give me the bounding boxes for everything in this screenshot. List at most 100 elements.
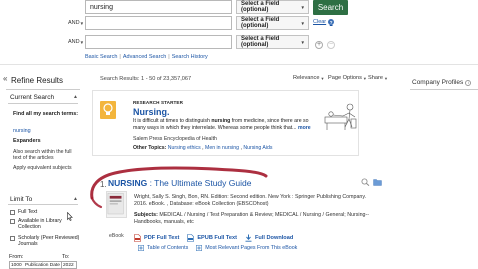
- boolean-value: AND: [68, 39, 80, 45]
- checkbox[interactable]: [10, 218, 15, 224]
- search-input-3[interactable]: [85, 35, 232, 49]
- current-term-link[interactable]: nursing: [13, 128, 31, 134]
- boolean-value: AND: [68, 20, 80, 26]
- limit-to-title[interactable]: Limit To: [10, 196, 32, 203]
- chevron-down-icon: ▼: [300, 39, 305, 45]
- result-actions: [361, 178, 382, 186]
- full-text-links: PDF Full Text EPUB Full Text Full Downlo…: [134, 234, 293, 242]
- book-cover-image[interactable]: [106, 191, 127, 218]
- date-to-label: To:: [62, 254, 70, 260]
- research-starter-tag: RESEARCH STARTER: [133, 100, 184, 105]
- research-starter-title[interactable]: Nursing.: [133, 107, 170, 117]
- topic-link[interactable]: Nursing Aids: [243, 145, 272, 151]
- date-from-label: From:: [9, 254, 24, 260]
- chevron-down-icon: ▼: [362, 75, 367, 81]
- search-row-3: AND ▼ Select a Field (optional) ▼: [68, 35, 309, 49]
- relevance-label: Relevance: [293, 75, 320, 81]
- limit-scholarly[interactable]: Scholarly (Peer Reviewed) Journals: [10, 235, 82, 247]
- checkbox-label: Full Text: [18, 209, 38, 215]
- other-topics: Other Topics: Nursing ethics , Men in nu…: [133, 145, 273, 151]
- limit-full-text[interactable]: Full Text: [10, 209, 37, 215]
- checkbox[interactable]: [10, 209, 15, 215]
- search-input-1[interactable]: nursing: [85, 0, 232, 14]
- expander-item[interactable]: Apply equivalent subjects: [13, 165, 77, 171]
- result-metadata: Wright, Sally S. Singh, Bon, RN. Edition…: [134, 194, 367, 207]
- full-download-link[interactable]: Full Download: [245, 234, 293, 242]
- search-history-link[interactable]: Search History: [172, 54, 208, 60]
- help-icon[interactable]: ?: [328, 19, 335, 25]
- book-cover-art: [107, 192, 124, 215]
- chevron-up-icon[interactable]: ▲: [73, 196, 78, 202]
- result-title-link[interactable]: NURSING : The Ultimate Study Guide: [108, 178, 251, 188]
- field-select-1[interactable]: Select a Field (optional) ▼: [236, 0, 309, 14]
- topic-link[interactable]: Men in nursing: [205, 145, 239, 151]
- date-to-input[interactable]: 2022: [61, 261, 77, 269]
- toc-label: Table of Contents: [147, 245, 189, 251]
- subjects-text[interactable]: MEDICAL / Nursing / Test Preparation & R…: [134, 212, 369, 225]
- result-title-rest: : The Ultimate Study Guide: [147, 178, 252, 188]
- download-link-label: Full Download: [255, 235, 294, 241]
- divider: [8, 204, 78, 205]
- chevron-down-icon: ▼: [320, 75, 325, 81]
- research-starter-card: RESEARCH STARTER Nursing. It is difficul…: [92, 90, 359, 156]
- relevance-sort[interactable]: Relevance ▼: [293, 75, 324, 81]
- checkbox[interactable]: [10, 235, 15, 241]
- date-from-input[interactable]: 1000: [9, 261, 25, 269]
- search-input-2[interactable]: [85, 16, 232, 30]
- refine-panel: « Refine Results Current Search ▲ Find a…: [0, 72, 88, 269]
- field-select-2[interactable]: Select a Field (optional) ▼: [236, 16, 309, 30]
- pdf-link-label: PDF Full Text: [144, 235, 180, 241]
- chevron-down-icon: ▼: [383, 75, 388, 81]
- add-to-folder-icon[interactable]: [373, 178, 382, 186]
- more-link[interactable]: more: [298, 125, 311, 131]
- field-select-label: Select a Field (optional): [241, 1, 280, 13]
- boolean-select-3[interactable]: AND ▼: [68, 35, 84, 49]
- advanced-search-link[interactable]: Advanced Search: [123, 54, 166, 60]
- relevant-pages-link[interactable]: Most Relevant Pages From This eBook: [196, 245, 297, 251]
- result-number: 1.: [100, 180, 107, 189]
- current-search-title[interactable]: Current Search: [10, 94, 54, 101]
- field-select-label: Select a Field (optional): [241, 36, 280, 48]
- snippet-term: nursing: [211, 118, 231, 124]
- company-profiles-label: Company Profiles: [412, 79, 464, 86]
- mouse-cursor-icon: [67, 212, 73, 221]
- preview-magnifier-icon[interactable]: [361, 178, 370, 186]
- research-starter-source: Salem Press Encyclopedia of Health: [133, 136, 217, 142]
- result-type-label: eBook: [109, 233, 124, 239]
- chevron-up-icon[interactable]: ▲: [73, 94, 78, 100]
- info-icon[interactable]: i: [465, 79, 472, 86]
- expander-item[interactable]: Also search within the full text of the …: [13, 149, 77, 162]
- add-row-button[interactable]: +: [315, 41, 323, 49]
- epub-icon: [187, 234, 195, 242]
- subjects-label: Subjects:: [134, 212, 158, 218]
- table-of-contents-link[interactable]: Table of Contents: [138, 245, 188, 251]
- research-starter-snippet: It is difficult at times to distinguish …: [133, 118, 319, 131]
- clear-link[interactable]: Clear ?: [313, 19, 335, 25]
- download-icon: [245, 234, 252, 242]
- page-options-menu[interactable]: Page Options ▼: [328, 75, 367, 81]
- field-select-label: Select a Field (optional): [241, 17, 280, 29]
- epub-full-text-link[interactable]: EPUB Full Text: [187, 234, 237, 242]
- search-button[interactable]: Search: [313, 0, 348, 15]
- illustration-image: [324, 103, 357, 130]
- share-label: Share: [368, 75, 383, 81]
- field-select-3[interactable]: Select a Field (optional) ▼: [236, 35, 309, 49]
- boolean-select-2[interactable]: AND ▼: [68, 16, 84, 30]
- collapse-panel-icon[interactable]: «: [3, 74, 7, 83]
- divider: [8, 103, 78, 104]
- lightbulb-icon: [100, 101, 116, 119]
- search-row-2: AND ▼ Select a Field (optional) ▼: [68, 16, 309, 30]
- share-menu[interactable]: Share ▼: [368, 75, 388, 81]
- pdf-full-text-link[interactable]: PDF Full Text: [134, 234, 179, 242]
- search-links: Basic Search | Advanced Search | Search …: [85, 54, 208, 60]
- remove-row-button[interactable]: −: [327, 41, 335, 49]
- chevron-down-icon: ▼: [79, 20, 85, 26]
- chevron-down-icon: ▼: [300, 4, 305, 10]
- basic-search-link[interactable]: Basic Search: [85, 54, 117, 60]
- checkbox-label: Scholarly (Peer Reviewed) Journals: [18, 235, 80, 247]
- topic-link[interactable]: Nursing ethics: [168, 145, 201, 151]
- page-options-label: Page Options: [328, 75, 362, 81]
- chevron-down-icon: ▼: [300, 20, 305, 26]
- result-title-bold: NURSING: [108, 178, 148, 188]
- company-profiles[interactable]: Company Profiles i: [412, 79, 472, 86]
